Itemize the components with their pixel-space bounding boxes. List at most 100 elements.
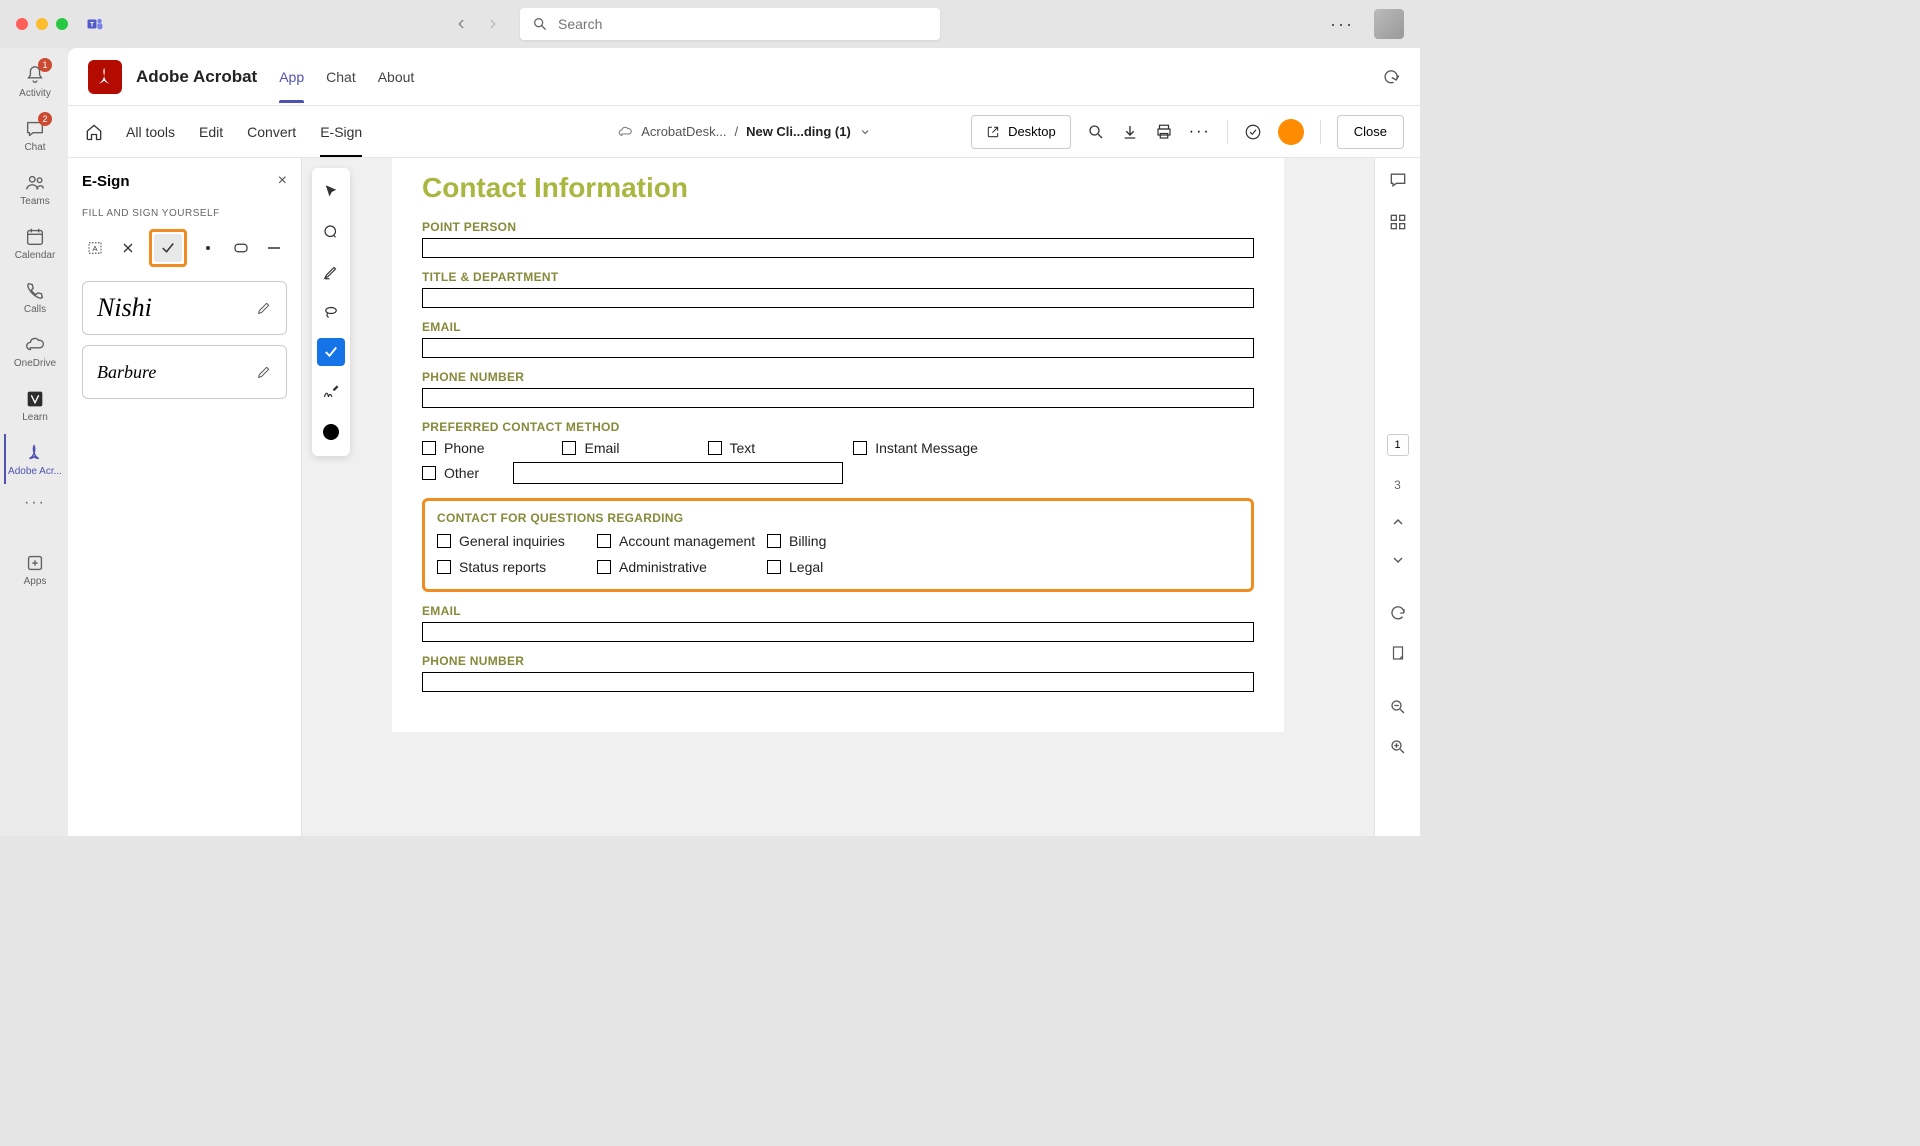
checkbox-phone[interactable] (422, 441, 436, 455)
adobe-learn-icon (24, 388, 46, 410)
field-title-dept[interactable] (422, 288, 1254, 308)
pointer-tool[interactable] (317, 178, 345, 206)
checkbox-email[interactable] (562, 441, 576, 455)
tab-chat[interactable]: Chat (326, 51, 356, 103)
dot-tool[interactable] (195, 234, 220, 262)
signature-box-2[interactable]: Barbure (82, 345, 287, 399)
search-box[interactable] (520, 8, 940, 40)
zoom-in-button[interactable] (1389, 738, 1407, 756)
refresh-icon[interactable] (1382, 68, 1400, 86)
check-button[interactable] (1244, 123, 1262, 141)
search-input[interactable] (558, 16, 928, 32)
label-point-person: POINT PERSON (422, 220, 1254, 234)
label-pref-method: PREFERRED CONTACT METHOD (422, 420, 1254, 434)
checkbox-billing[interactable] (767, 534, 781, 548)
rail-acrobat[interactable]: Adobe Acr... (4, 434, 64, 484)
nav-back-icon[interactable] (454, 17, 468, 31)
cross-tool[interactable] (115, 234, 140, 262)
signature-box-1[interactable]: Nishi (82, 281, 287, 335)
phone-icon (24, 280, 46, 302)
sign-tool[interactable] (317, 378, 345, 406)
color-tool[interactable] (317, 418, 345, 446)
rail-onedrive[interactable]: OneDrive (4, 326, 64, 376)
nav-forward-icon[interactable] (486, 17, 500, 31)
download-button[interactable] (1121, 123, 1139, 141)
profile-avatar[interactable] (1278, 119, 1304, 145)
checkbox-other[interactable] (422, 466, 436, 480)
checkmark-tool[interactable] (317, 338, 345, 366)
breadcrumb-root[interactable]: AcrobatDesk... (641, 124, 726, 139)
more-button[interactable]: ··· (1189, 123, 1211, 141)
breadcrumb-current[interactable]: New Cli...ding (1) (746, 124, 851, 139)
page-view-button[interactable] (1389, 644, 1407, 662)
checkbox-legal-label: Legal (789, 559, 823, 575)
rotate-button[interactable] (1389, 604, 1407, 622)
check-circle-icon (1244, 123, 1262, 141)
window-minimize-button[interactable] (36, 18, 48, 30)
cursor-icon (322, 183, 340, 201)
rail-teams[interactable]: Teams (4, 164, 64, 214)
label-email: EMAIL (422, 320, 1254, 334)
page-down-button[interactable] (1390, 552, 1406, 568)
zoom-out-button[interactable] (1389, 698, 1407, 716)
field-email[interactable] (422, 338, 1254, 358)
panel-close-button[interactable]: × (278, 172, 287, 190)
rail-calls[interactable]: Calls (4, 272, 64, 322)
text-box-icon: A (86, 239, 104, 257)
rail-activity[interactable]: 1 Activity (4, 56, 64, 106)
tool-tab-edit[interactable]: Edit (199, 106, 223, 157)
pencil-icon[interactable] (256, 364, 272, 380)
desktop-button[interactable]: Desktop (971, 115, 1071, 149)
more-menu-icon[interactable]: ··· (1330, 14, 1354, 35)
check-tool[interactable] (154, 234, 182, 262)
user-avatar[interactable] (1374, 9, 1404, 39)
comments-button[interactable] (1388, 170, 1408, 190)
text-tool[interactable]: A (82, 234, 107, 262)
highlight-tool[interactable] (317, 258, 345, 286)
tab-about[interactable]: About (378, 51, 415, 103)
line-tool[interactable] (262, 234, 287, 262)
checkbox-general[interactable] (437, 534, 451, 548)
field-point-person[interactable] (422, 238, 1254, 258)
tool-tab-convert[interactable]: Convert (247, 106, 296, 157)
acrobat-toolbar: All tools Edit Convert E-Sign AcrobatDes… (68, 106, 1420, 158)
rect-tool[interactable] (228, 234, 253, 262)
checkbox-status[interactable] (437, 560, 451, 574)
checkbox-admin[interactable] (597, 560, 611, 574)
field-phone2[interactable] (422, 672, 1254, 692)
thumbnails-button[interactable] (1388, 212, 1408, 232)
window-close-button[interactable] (16, 18, 28, 30)
rail-apps-label: Apps (24, 576, 47, 587)
checkbox-legal[interactable] (767, 560, 781, 574)
total-pages: 3 (1394, 478, 1401, 492)
rail-more[interactable]: ··· (4, 488, 64, 518)
checkbox-text[interactable] (708, 441, 722, 455)
pencil-icon[interactable] (256, 300, 272, 316)
rail-learn[interactable]: Learn (4, 380, 64, 430)
document-area[interactable]: Contact Information POINT PERSON TITLE &… (302, 158, 1374, 836)
chat-badge: 2 (38, 112, 52, 126)
field-other[interactable] (513, 462, 843, 484)
rail-apps[interactable]: Apps (4, 544, 64, 594)
tool-tab-esign[interactable]: E-Sign (320, 106, 362, 157)
close-button[interactable]: Close (1337, 115, 1404, 149)
tool-tab-all[interactable]: All tools (126, 106, 175, 157)
rail-teams-label: Teams (20, 196, 49, 207)
search-button[interactable] (1087, 123, 1105, 141)
rail-calendar[interactable]: Calendar (4, 218, 64, 268)
rail-chat[interactable]: 2 Chat (4, 110, 64, 160)
lasso-tool[interactable] (317, 298, 345, 326)
comment-tool[interactable] (317, 218, 345, 246)
current-page-badge[interactable]: 1 (1387, 434, 1409, 456)
field-phone[interactable] (422, 388, 1254, 408)
checkbox-account[interactable] (597, 534, 611, 548)
chevron-down-icon[interactable] (859, 126, 871, 138)
checkbox-im[interactable] (853, 441, 867, 455)
zoom-out-icon (1389, 698, 1407, 716)
field-email2[interactable] (422, 622, 1254, 642)
window-maximize-button[interactable] (56, 18, 68, 30)
tab-app[interactable]: App (279, 51, 304, 103)
print-button[interactable] (1155, 123, 1173, 141)
home-icon[interactable] (84, 122, 104, 142)
page-up-button[interactable] (1390, 514, 1406, 530)
